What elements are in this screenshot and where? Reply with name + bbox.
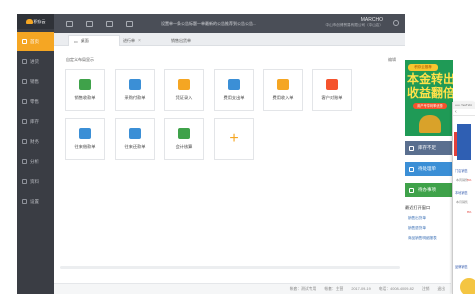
- tab-desktop[interactable]: ▭ 桌面: [68, 35, 120, 46]
- check-icon: [409, 187, 414, 193]
- sidebar-item-purchase[interactable]: 进货: [17, 52, 54, 71]
- sidebar-item-analysis[interactable]: 分析: [17, 152, 54, 171]
- logo-text: 积存云: [33, 18, 46, 24]
- phone-heading-brand: 品牌销售: [455, 265, 468, 269]
- sidebar-item-sales[interactable]: 销售: [17, 72, 54, 91]
- recent-item[interactable]: 商品销售明细报表: [405, 236, 453, 241]
- sidebar-item-settings[interactable]: 设置: [17, 192, 54, 211]
- user-info[interactable]: MARCHO 中山市创博贸易有限公司（中山店）: [326, 17, 384, 28]
- back-arrow-icon[interactable]: ‹: [453, 109, 475, 116]
- voucher-icon: [178, 79, 190, 90]
- document-icon[interactable]: [86, 20, 93, 27]
- data-icon: [22, 179, 27, 184]
- phone-row: 本月销售: [456, 200, 469, 204]
- sidebar-item-retail[interactable]: 零售: [17, 92, 54, 111]
- status-bar: 帐套：测试专用 帐套：主营 2017-09-19 电话：4008-4009-82…: [54, 283, 451, 294]
- sidebar-item-data[interactable]: 资料: [17, 172, 54, 191]
- close-tab-icon[interactable]: ×: [138, 38, 141, 44]
- sidebar-item-inventory[interactable]: 库存: [17, 112, 54, 131]
- box-icon: [409, 145, 414, 151]
- recent-title: 最近打开窗口: [405, 205, 431, 210]
- recent-windows: 最近打开窗口 销售出货单 销售退货单 商品销售明细报表: [405, 205, 453, 246]
- analysis-icon: [22, 159, 27, 164]
- retail-icon: [22, 99, 27, 104]
- close-icon[interactable]: [393, 20, 399, 26]
- sales-icon: [22, 79, 27, 84]
- phone-red-value: 5%: [467, 178, 472, 182]
- sidebar-item-finance[interactable]: 财务: [17, 132, 54, 151]
- edit-link[interactable]: 编辑: [388, 57, 396, 63]
- app-window: 积存云 首页 进货 销售 零售 库存 财务 分析 资料 设置 设置单一条公告标题…: [0, 0, 475, 294]
- status-book: 帐套：主营: [324, 286, 344, 291]
- sidebar-nav: 首页 进货 销售 零售 库存 财务 分析 资料 设置: [17, 32, 54, 212]
- calculator-icon: [178, 128, 190, 139]
- sales-receipt-icon: [79, 79, 91, 90]
- plus-icon: +: [229, 130, 239, 147]
- phone-red-value: 8%: [467, 210, 472, 214]
- monitor-icon[interactable]: [106, 20, 113, 27]
- status-phone: 电话：4008-4009-82: [378, 286, 414, 291]
- section-title: 自定义布局显示: [66, 57, 94, 62]
- home-top-icon[interactable]: [66, 20, 73, 27]
- tab-sales-order[interactable]: 销售出货单: [166, 35, 216, 46]
- coin-icon: [460, 278, 475, 294]
- card-sales-receipt[interactable]: 销售收款单: [65, 69, 105, 111]
- monitor-small-icon: ▭: [74, 38, 78, 44]
- card-voucher[interactable]: 凭证录入: [164, 69, 204, 111]
- promo-banner[interactable]: 积存云推荐 本金转出 收益翻倍 用户专享利率优惠: [405, 60, 453, 136]
- recent-item[interactable]: 销售出货单: [405, 216, 453, 221]
- repay-icon: [129, 128, 141, 139]
- low-stock-button[interactable]: 库存不足: [405, 141, 453, 155]
- card-accounting[interactable]: 会计核算: [164, 118, 204, 160]
- company-name: 中山市创博贸易有限公司（中山店）: [325, 23, 384, 27]
- promo-line1: 本金转出: [407, 72, 453, 86]
- cloud-logo-icon: [25, 19, 33, 24]
- top-toolbar: [66, 20, 133, 27]
- mobile-preview: ••••• YesTxbt ‹ 门店销售 本周销售 5% 本地销售 本月销售 8…: [452, 102, 475, 294]
- phone-heading-local: 本地销售: [455, 191, 468, 195]
- income-icon: [277, 79, 289, 90]
- todo-button[interactable]: 待办事项: [405, 183, 453, 197]
- purchase-payment-icon: [129, 79, 141, 90]
- phone-heading-store: 门店销售: [455, 169, 468, 173]
- card-repay[interactable]: 往来还款单: [115, 118, 155, 160]
- loan-icon: [79, 128, 91, 139]
- add-shortcut-button[interactable]: +: [214, 118, 254, 160]
- card-purchase-payment[interactable]: 采购付款单: [115, 69, 155, 111]
- message-icon[interactable]: [126, 20, 133, 27]
- recent-item[interactable]: 销售退货单: [405, 226, 453, 231]
- promo-badge: 积存云推荐: [408, 64, 438, 71]
- card-customer-statement[interactable]: 客户对账单: [312, 69, 352, 111]
- sidebar-item-home[interactable]: 首页: [17, 32, 54, 51]
- top-bar: 设置单一条公告标题一单最新的公告推荐到公告公告... MARCHO 中山市创博贸…: [54, 14, 405, 33]
- phone-status-bar: ••••• YesTxbt: [453, 102, 475, 109]
- app-logo: 积存云: [17, 14, 54, 29]
- card-loan[interactable]: 往来借款单: [65, 118, 105, 160]
- status-account: 帐套：测试专用: [289, 286, 317, 291]
- settings-icon: [22, 199, 27, 204]
- coin-pile-icon: [419, 115, 441, 133]
- tab-bar: ▭ 桌面 进行单 × 销售出货单: [54, 33, 405, 46]
- notice-text[interactable]: 设置单一条公告标题一单最新的公告推荐到公告公告...: [161, 21, 311, 27]
- expense-icon: [228, 79, 240, 90]
- pending-orders-button[interactable]: 待处理单: [405, 162, 453, 176]
- exit-link[interactable]: 退出: [437, 287, 445, 292]
- status-date: 2017-09-19: [351, 287, 371, 291]
- list-icon: [409, 166, 414, 172]
- blue-bar: [457, 124, 471, 160]
- promo-pill: 用户专享利率优惠: [413, 103, 447, 109]
- home-icon: [22, 39, 27, 44]
- logout-link[interactable]: 注销: [422, 287, 430, 292]
- tab-purchase[interactable]: 进行单 ×: [118, 35, 166, 46]
- finance-icon: [22, 139, 27, 144]
- horizontal-scrollbar[interactable]: [60, 266, 400, 269]
- promo-line2: 收益翻倍: [407, 86, 453, 100]
- purchase-icon: [22, 59, 27, 64]
- inventory-icon: [22, 119, 27, 124]
- card-expense[interactable]: 费用支出单: [214, 69, 254, 111]
- card-income[interactable]: 费用收入单: [263, 69, 303, 111]
- customer-statement-icon: [326, 79, 338, 90]
